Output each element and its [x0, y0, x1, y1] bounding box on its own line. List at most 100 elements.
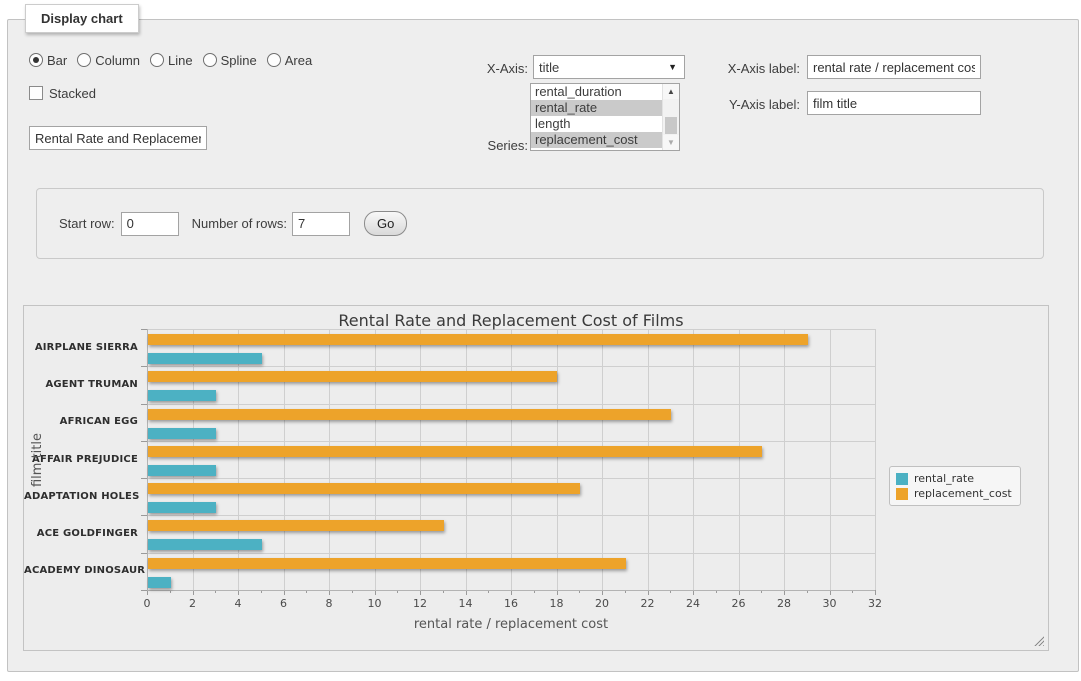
x-tick-label: 26 — [732, 597, 746, 610]
chart-title-input[interactable] — [29, 126, 207, 150]
bar-rental_rate[interactable] — [148, 577, 171, 588]
x-gridline — [420, 329, 421, 590]
x-gridline — [238, 329, 239, 590]
x-tick-label: 28 — [777, 597, 791, 610]
x-tick-label: 2 — [189, 597, 196, 610]
chart-type-option-line[interactable]: Line — [150, 53, 193, 68]
bar-rental_rate[interactable] — [148, 428, 216, 439]
x-axis-select[interactable]: title ▼ — [533, 55, 685, 79]
number-of-rows-input[interactable] — [292, 212, 350, 236]
radio-button-bar[interactable] — [29, 53, 43, 67]
x-tick-label: 16 — [504, 597, 518, 610]
x-axis-title: rental rate / replacement cost — [147, 617, 875, 632]
series-select-label: Series: — [460, 138, 528, 153]
series-option-length[interactable]: length — [531, 116, 663, 132]
select-dropdown-arrow-icon: ▼ — [668, 62, 677, 72]
stacked-checkbox[interactable] — [29, 86, 43, 100]
radio-button-area[interactable] — [267, 53, 281, 67]
resize-grip-icon[interactable] — [1033, 635, 1044, 646]
stacked-option[interactable]: Stacked — [29, 86, 96, 101]
radio-label: Area — [285, 53, 312, 68]
legend-swatch-rental_rate — [896, 473, 908, 485]
bar-rental_rate[interactable] — [148, 502, 216, 513]
radio-label: Column — [95, 53, 140, 68]
x-gridline — [739, 329, 740, 590]
x-gridline — [830, 329, 831, 590]
display-chart-page: Display chart Bar Column Line Spline Area St… — [0, 0, 1081, 681]
series-option-rental_duration[interactable]: rental_duration — [531, 84, 663, 100]
series-option-rental_rate[interactable]: rental_rate — [531, 100, 663, 116]
radio-label: Bar — [47, 53, 67, 68]
x-tick-label: 18 — [550, 597, 564, 610]
x-axis-label-input[interactable] — [807, 55, 981, 79]
y-axis-label-input[interactable] — [807, 91, 981, 115]
x-tick-label: 8 — [326, 597, 333, 610]
x-gridline — [193, 329, 194, 590]
legend-swatch-replacement_cost — [896, 488, 908, 500]
start-row-input[interactable] — [121, 212, 179, 236]
series-list-scrollbar[interactable]: ▲ ▼ — [662, 84, 679, 150]
category-label: AGENT TRUMAN — [24, 379, 138, 390]
stacked-label: Stacked — [49, 86, 96, 101]
chart-type-option-area[interactable]: Area — [267, 53, 312, 68]
bar-replacement_cost[interactable] — [148, 334, 808, 345]
x-axis-line — [147, 590, 875, 591]
y-axis-label-label: Y-Axis label: — [710, 97, 800, 112]
y-gridline — [147, 404, 875, 405]
bar-replacement_cost[interactable] — [148, 520, 444, 531]
x-gridline — [284, 329, 285, 590]
radio-label: Spline — [221, 53, 257, 68]
x-gridline — [602, 329, 603, 590]
scrollbar-up-arrow-icon[interactable]: ▲ — [663, 84, 679, 99]
bar-rental_rate[interactable] — [148, 465, 216, 476]
scrollbar-thumb[interactable] — [665, 117, 677, 134]
chart-type-radio-group: Bar Column Line Spline Area — [29, 53, 322, 68]
x-axis-label-label: X-Axis label: — [710, 61, 800, 76]
legend-item-replacement_cost[interactable]: replacement_cost — [896, 486, 1012, 501]
x-gridline — [875, 329, 876, 590]
bar-rental_rate[interactable] — [148, 390, 216, 401]
row-range-panel: Start row: Number of rows: Go — [36, 188, 1044, 259]
bar-replacement_cost[interactable] — [148, 409, 671, 420]
radio-button-line[interactable] — [150, 53, 164, 67]
x-axis-selected-value: title — [539, 60, 559, 75]
x-gridline — [557, 329, 558, 590]
x-gridline — [784, 329, 785, 590]
chart-type-option-spline[interactable]: Spline — [203, 53, 257, 68]
x-tick-label: 20 — [595, 597, 609, 610]
number-of-rows-label: Number of rows: — [192, 216, 287, 231]
y-gridline — [147, 366, 875, 367]
bar-replacement_cost[interactable] — [148, 446, 762, 457]
radio-label: Line — [168, 53, 193, 68]
x-major-tick — [875, 590, 876, 595]
series-option-replacement_cost[interactable]: replacement_cost — [531, 132, 663, 148]
x-tick-label: 12 — [413, 597, 427, 610]
radio-button-spline[interactable] — [203, 53, 217, 67]
chart-type-option-bar[interactable]: Bar — [29, 53, 67, 68]
x-tick-label: 6 — [280, 597, 287, 610]
y-axis-title: film title — [30, 400, 46, 520]
radio-button-column[interactable] — [77, 53, 91, 67]
bar-replacement_cost[interactable] — [148, 558, 626, 569]
fieldset-legend: Display chart — [25, 4, 139, 33]
bar-replacement_cost[interactable] — [148, 483, 580, 494]
legend-label: replacement_cost — [914, 487, 1012, 500]
chart-type-option-column[interactable]: Column — [77, 53, 140, 68]
bar-rental_rate[interactable] — [148, 539, 262, 550]
legend-label: rental_rate — [914, 472, 974, 485]
bar-rental_rate[interactable] — [148, 353, 262, 364]
legend-item-rental_rate[interactable]: rental_rate — [896, 471, 1012, 486]
scrollbar-down-arrow-icon[interactable]: ▼ — [663, 135, 679, 150]
bar-replacement_cost[interactable] — [148, 371, 557, 382]
y-gridline — [147, 553, 875, 554]
category-label: AIRPLANE SIERRA — [24, 342, 138, 353]
chart-container: 02468101214161820222426283032AIRPLANE SI… — [23, 305, 1049, 651]
go-button[interactable]: Go — [364, 211, 407, 236]
x-gridline — [648, 329, 649, 590]
x-tick-label: 14 — [459, 597, 473, 610]
x-tick-label: 24 — [686, 597, 700, 610]
series-multiselect[interactable]: rental_durationrental_ratelengthreplacem… — [530, 83, 680, 151]
chart-title: Rental Rate and Replacement Cost of Film… — [147, 311, 875, 330]
x-gridline — [693, 329, 694, 590]
x-tick-label: 0 — [144, 597, 151, 610]
